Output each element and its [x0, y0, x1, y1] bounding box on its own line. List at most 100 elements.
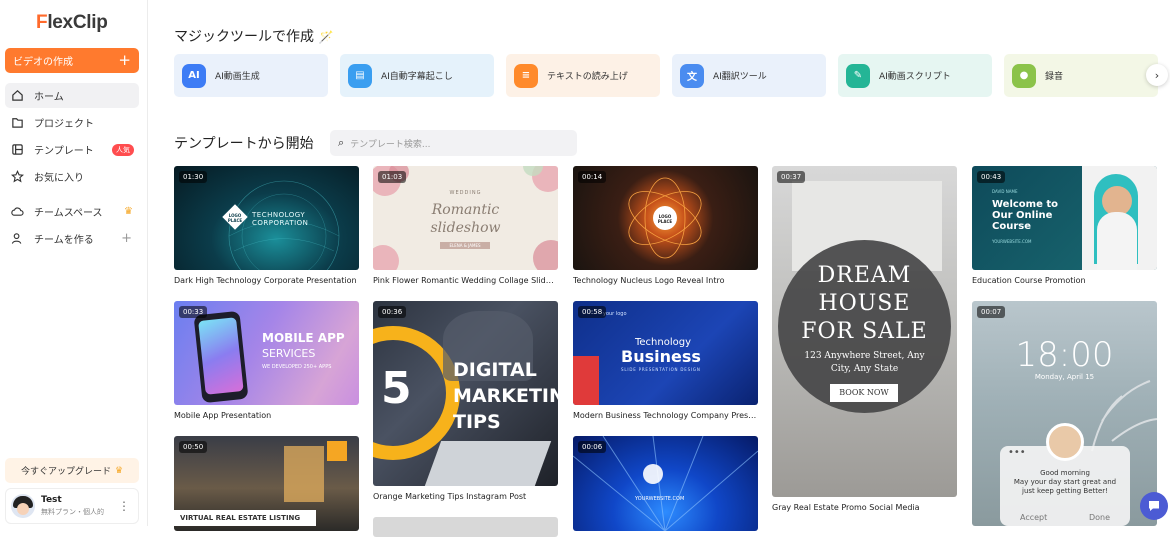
template-card[interactable]: 00:50 VIRTUAL REAL ESTATE LISTING [174, 436, 359, 531]
sidebar-item-favorites[interactable]: お気に入り [5, 164, 139, 189]
plus-icon: + [118, 51, 131, 69]
script-icon: ✎ [846, 63, 870, 88]
sidebar-item-label: ホーム [34, 92, 64, 103]
tool-text-to-speech[interactable]: ≡ テキストの読み上げ [506, 54, 660, 97]
crown-icon: ♛ [114, 465, 124, 476]
template-caption: Education Course Promotion [972, 276, 1086, 285]
duration-badge: 00:33 [179, 306, 208, 318]
chat-support-button[interactable] [1140, 492, 1168, 520]
template-card[interactable]: 01:03 WEDDING Romantic slideshow ELENA &… [373, 166, 558, 285]
template-card[interactable]: 00:06 YOURWEBSITE.COM [573, 436, 758, 531]
template-card[interactable]: 00:43 DAVID NAME Welcome to Our Online C… [972, 166, 1157, 285]
user-plan: 無料プラン・個人的 [41, 508, 104, 516]
template-thumbnail: 00:14 LOGO PLACE [573, 166, 758, 270]
tool-ai-script[interactable]: ✎ AI動画スクリプト [838, 54, 992, 97]
sidebar-item-label: チームスペース [34, 208, 103, 219]
tool-ai-translate[interactable]: 文 AI翻訳ツール [672, 54, 826, 97]
template-search-input[interactable]: ⌕ テンプレート検索... [330, 130, 577, 156]
user-name: Test [41, 495, 62, 505]
tool-label: AI翻訳ツール [713, 72, 767, 82]
tool-ai-video[interactable]: AI AI動画生成 [174, 54, 328, 97]
template-card[interactable]: 00:14 LOGO PLACE Technology Nucleus Logo… [573, 166, 758, 285]
nav-divider [5, 191, 139, 199]
more-icon[interactable]: ⋮ [118, 499, 130, 513]
template-card[interactable]: 00:33 MOBILE APP SERVICES WE DEVELOPED 2… [174, 301, 359, 420]
subtitle-icon: ▤ [348, 63, 372, 88]
tool-record[interactable]: ● 録音 [1004, 54, 1158, 97]
chat-icon [1149, 501, 1159, 511]
thumb-title: TECHNOLOGY CORPORATION [252, 211, 309, 227]
template-thumbnail: 00:58 your logo Technology Business SLID… [573, 301, 758, 405]
template-card[interactable]: 00:58 your logo Technology Business SLID… [573, 301, 758, 420]
thumb-title: DIGITAL MARKETING TIPS [453, 359, 558, 433]
duration-badge: 01:30 [179, 171, 208, 183]
thumb-tagline: SLIDE PRESENTATION DESIGN [621, 367, 701, 372]
template-caption: Mobile App Presentation [174, 411, 272, 420]
flexclip-logo[interactable]: FlexClip [36, 12, 108, 34]
magic-wand-icon: 🪄 [318, 30, 334, 44]
template-caption: Dark High Technology Corporate Presentat… [174, 276, 357, 285]
ai-video-icon: AI [182, 63, 206, 88]
template-caption: Modern Business Technology Company Prese… [573, 411, 758, 420]
magic-tools-title: マジックツールで作成 🪄 [174, 29, 334, 45]
template-card[interactable]: 00:07 18:00 Monday, April 15 ••• Good mo… [972, 301, 1157, 526]
duration-badge: 00:06 [578, 441, 607, 453]
clock-date: Monday, April 15 [1034, 373, 1095, 381]
template-thumbnail [373, 517, 558, 537]
clock-time: 18:00 [1015, 335, 1114, 375]
thumb-address: 123 Anywhere Street, Any City, Any State [804, 351, 925, 374]
sidebar: FlexClip ビデオの作成 + ホーム プロジェクト テンプレート 人気 お… [0, 0, 148, 526]
thumb-title: MOBILE APP [262, 331, 345, 345]
template-thumbnail: 00:36 5 DIGITAL MARKETING TIPS [373, 301, 558, 486]
template-thumbnail: 00:06 YOURWEBSITE.COM [573, 436, 758, 531]
accept-label: Accept [1020, 513, 1048, 522]
chevron-right-icon[interactable]: › [1146, 64, 1168, 86]
user-account[interactable]: Test 無料プラン・個人的 ⋮ [5, 488, 139, 524]
tool-label: 録音 [1045, 72, 1064, 82]
phone-image [193, 310, 249, 404]
tool-label: AI自動字幕起こし [381, 72, 453, 82]
thumb-kicker: WEDDING [449, 190, 482, 196]
thumb-number: 5 [381, 363, 412, 414]
plus-icon: + [121, 231, 132, 246]
site-text: YOURWEBSITE.COM [635, 496, 685, 502]
duration-badge: 00:07 [977, 306, 1006, 318]
sidebar-item-projects[interactable]: プロジェクト [5, 110, 139, 135]
thumb-subtitle: slideshow [430, 220, 501, 236]
upgrade-button[interactable]: 今すぐアップグレード ♛ [5, 458, 139, 483]
site-text: YOURWEBSITE.COM [992, 239, 1032, 244]
template-thumbnail: 00:43 DAVID NAME Welcome to Our Online C… [972, 166, 1157, 270]
duration-badge: 00:37 [777, 171, 806, 183]
sidebar-item-create-team[interactable]: チームを作る + [5, 226, 139, 251]
avatar [1046, 423, 1084, 461]
sidebar-item-team-space[interactable]: チームスペース ♛ [5, 199, 139, 224]
template-thumbnail: 00:33 MOBILE APP SERVICES WE DEVELOPED 2… [174, 301, 359, 405]
book-now-label: BOOK NOW [830, 384, 898, 402]
thumb-names: ELENA & JAMES [440, 242, 490, 249]
thumb-kicker: DAVID NAME [992, 189, 1018, 194]
person-body [1097, 212, 1137, 270]
sidebar-item-home[interactable]: ホーム [5, 83, 139, 108]
thumb-title: DREAM HOUSE FOR SALE [801, 263, 928, 344]
laptop-image [424, 441, 552, 486]
user-add-icon [10, 232, 24, 246]
folder-icon [10, 116, 24, 130]
house-window [284, 446, 324, 502]
tool-auto-subtitle[interactable]: ▤ AI自動字幕起こし [340, 54, 494, 97]
sidebar-item-label: プロジェクト [34, 119, 94, 130]
duration-badge: 00:58 [578, 306, 607, 318]
template-card[interactable]: 01:30 LOGO PLACE TECHNOLOGY CORPORATION … [174, 166, 359, 285]
template-thumbnail: 00:50 VIRTUAL REAL ESTATE LISTING [174, 436, 359, 531]
avatar [11, 494, 35, 518]
template-card[interactable]: 00:36 5 DIGITAL MARKETING TIPS Orange Ma… [373, 301, 558, 501]
create-video-button[interactable]: ビデオの作成 + [5, 48, 139, 73]
star-icon [10, 170, 24, 184]
cloud-icon [10, 205, 24, 219]
template-card[interactable]: 00:37 DREAM HOUSE FOR SALE 123 Anywhere … [772, 166, 957, 512]
logo-text: LOGO PLACE [657, 214, 673, 224]
template-thumbnail: 01:03 WEDDING Romantic slideshow ELENA &… [373, 166, 558, 270]
sidebar-item-templates[interactable]: テンプレート 人気 [5, 137, 139, 162]
template-caption: Pink Flower Romantic Wedding Collage Sli… [373, 276, 558, 285]
thumb-title: Welcome to Our Online Course [992, 199, 1059, 232]
template-card[interactable] [373, 517, 558, 537]
